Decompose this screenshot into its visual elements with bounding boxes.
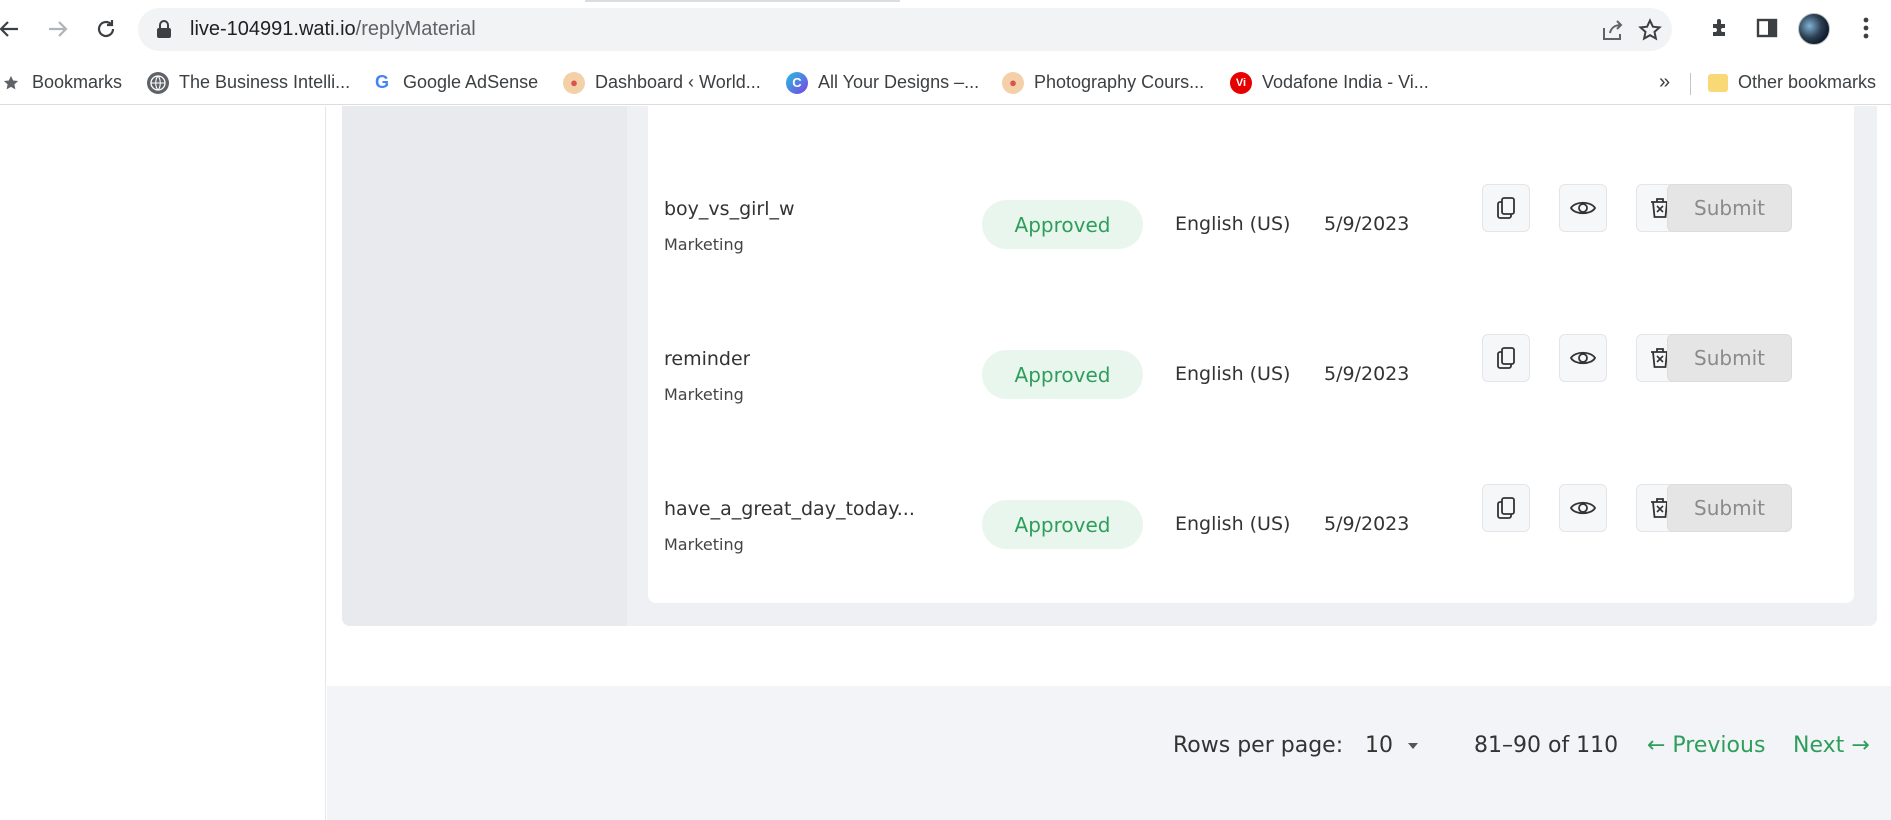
caret-down-icon [1408,742,1418,749]
submit-button[interactable]: Submit [1667,184,1792,232]
vodafone-icon: Vi [1230,71,1252,94]
preview-button[interactable] [1559,484,1607,532]
templates-table: boy_vs_girl_w Marketing Approved English… [648,106,1854,603]
globe-icon [147,71,169,94]
eye-icon [1569,501,1597,515]
template-category: Marketing [664,385,744,404]
template-name: boy_vs_girl_w [664,198,795,220]
table-row: boy_vs_girl_w Marketing Approved English… [648,184,1854,318]
pagination-range: 81–90 of 110 [1474,733,1619,758]
forward-icon[interactable] [41,12,75,46]
copy-button[interactable] [1482,334,1530,382]
copy-icon [1497,497,1515,519]
bookmark-item[interactable]: ● Dashboard ‹ World... [563,60,761,105]
pagination-bar: Rows per page: 10 81–90 of 110 ← Previou… [327,686,1891,820]
back-icon[interactable] [0,12,26,46]
folder-icon [1708,73,1728,92]
template-category: Marketing [664,535,744,554]
other-bookmarks[interactable]: Other bookmarks [1708,60,1876,105]
status-badge: Approved [982,350,1143,399]
copy-button[interactable] [1482,184,1530,232]
menu-kebab-icon[interactable] [1852,14,1880,42]
eye-icon [1569,351,1597,365]
status-badge: Approved [982,200,1143,249]
lock-icon [156,20,172,43]
rows-per-page-label: Rows per page: [1173,733,1344,758]
bookmark-item[interactable]: Bookmarks [0,60,122,105]
profile-avatar[interactable] [1798,13,1830,45]
copy-icon [1497,197,1515,219]
previous-page-button[interactable]: ← Previous [1647,733,1765,758]
page: boy_vs_girl_w Marketing Approved English… [0,106,1891,820]
bookmark-item[interactable]: G Google AdSense [371,60,538,105]
table-row: have_a_great_day_today... Marketing Appr… [648,484,1854,618]
share-icon[interactable] [1601,18,1625,42]
bookmark-item[interactable]: C All Your Designs –... [786,60,979,105]
category-pane [342,106,627,626]
browser-toolbar: live-104991.wati.io/replyMaterial [0,0,1891,60]
bookmark-item[interactable]: ● Photography Cours... [1002,60,1204,105]
rows-per-page-value: 10 [1365,733,1393,758]
bookmarks-bar: Bookmarks The Business Intelli... G Goog… [0,60,1891,105]
side-panel-icon[interactable] [1753,14,1781,42]
eye-icon [1569,201,1597,215]
submit-button[interactable]: Submit [1667,334,1792,382]
next-page-button[interactable]: Next → [1793,733,1870,758]
canva-icon: C [786,71,808,94]
template-name: have_a_great_day_today... [664,498,915,520]
template-language: English (US) [1175,513,1291,535]
url-text: live-104991.wati.io/replyMaterial [190,18,476,40]
template-name: reminder [664,348,751,370]
star-icon [0,72,22,94]
copy-button[interactable] [1482,484,1530,532]
extensions-icon[interactable] [1706,14,1734,42]
preview-button[interactable] [1559,184,1607,232]
site-icon: ● [563,71,585,94]
copy-icon [1497,347,1515,369]
submit-button[interactable]: Submit [1667,484,1792,532]
google-icon: G [374,72,389,92]
templates-content: boy_vs_girl_w Marketing Approved English… [342,106,1877,626]
template-date: 5/9/2023 [1324,213,1410,235]
bookmark-item[interactable]: Vi Vodafone India - Vi... [1230,60,1429,105]
site-icon: ● [1002,71,1024,94]
left-sidebar [0,106,326,820]
table-row: reminder Marketing Approved English (US)… [648,334,1854,468]
template-language: English (US) [1175,213,1291,235]
bookmarks-divider [1690,73,1691,95]
template-category: Marketing [664,235,744,254]
tab-strip [585,0,900,2]
bookmarks-overflow-button[interactable]: » [1659,60,1670,105]
address-bar[interactable]: live-104991.wati.io/replyMaterial [138,8,1672,51]
bookmark-item[interactable]: The Business Intelli... [147,60,350,105]
reload-icon[interactable] [89,12,123,46]
status-badge: Approved [982,500,1143,549]
template-date: 5/9/2023 [1324,363,1410,385]
template-language: English (US) [1175,363,1291,385]
rows-per-page-select[interactable]: 10 [1365,733,1419,758]
preview-button[interactable] [1559,334,1607,382]
star-bookmark-icon[interactable] [1638,18,1662,42]
template-date: 5/9/2023 [1324,513,1410,535]
